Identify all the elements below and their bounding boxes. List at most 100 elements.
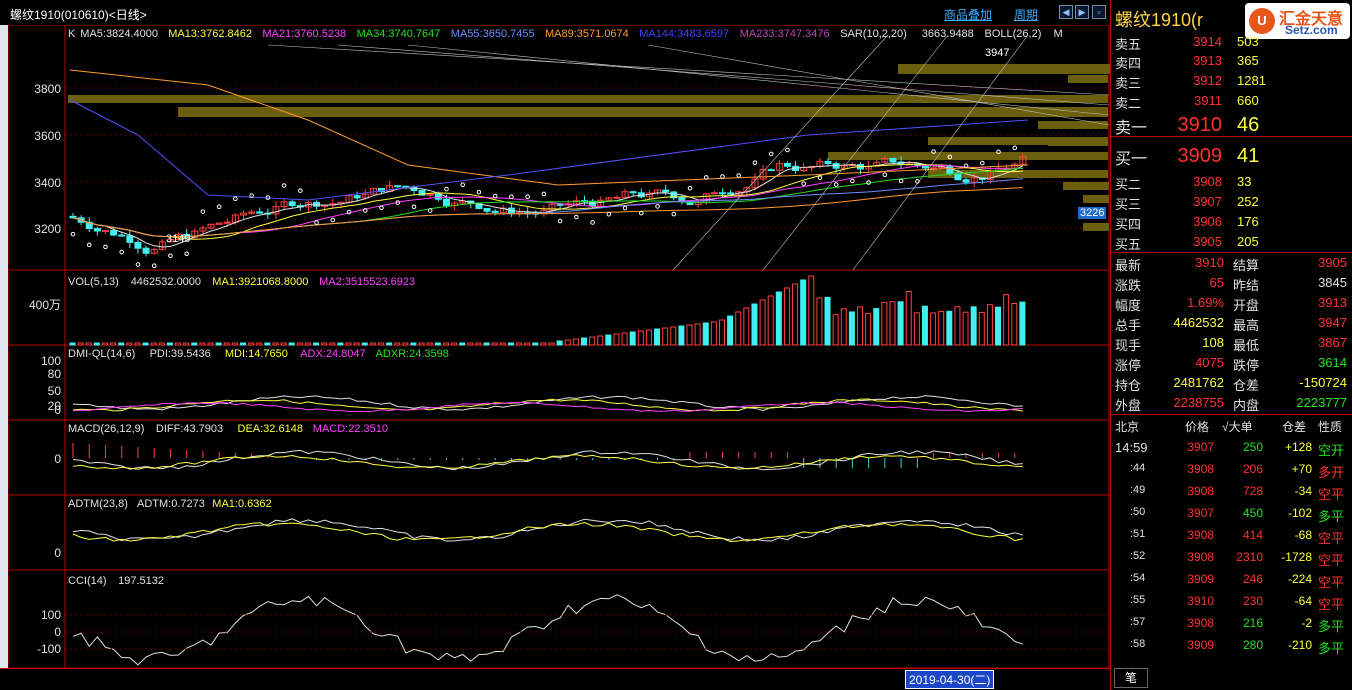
volume-bar <box>337 342 344 346</box>
tick-nature: 空平 <box>1318 597 1345 612</box>
volume-bar <box>865 313 872 346</box>
volume-bar <box>239 342 246 346</box>
ma-indicator-label: MA55:3650.7455 <box>450 28 535 40</box>
bid-price: 3908 <box>1193 174 1222 189</box>
dmi-indicator-label: PDI:39.5436 <box>149 348 211 360</box>
tick-volume: 728 <box>1242 484 1263 498</box>
restore-window-icon[interactable]: ▫ <box>1092 5 1106 19</box>
volume-bar <box>572 338 579 346</box>
volume-bar <box>118 342 125 346</box>
ma-indicator-label: MA89:3571.0674 <box>545 28 629 40</box>
tick-time: :54 <box>1130 572 1146 584</box>
volume-bar <box>995 306 1002 346</box>
volume-bar <box>386 342 393 346</box>
volume-bar <box>654 328 661 346</box>
volume-bar <box>507 342 514 346</box>
volume-bar <box>775 291 782 346</box>
logo-circle-icon: U <box>1249 8 1275 34</box>
prev-arrow-icon[interactable]: ◀ <box>1059 5 1073 19</box>
next-arrow-icon[interactable]: ▶ <box>1075 5 1089 19</box>
volume-indicator-label: MA1:3921068.8000 <box>212 276 309 288</box>
volume-bar <box>605 334 612 346</box>
candle-body <box>889 157 897 163</box>
tick-time: :51 <box>1130 528 1146 540</box>
tick-volume: 206 <box>1242 462 1263 476</box>
volume-bar <box>881 302 888 346</box>
sar-dot <box>720 174 725 179</box>
bid-volume: 252 <box>1237 194 1259 209</box>
tick-price: 3907 <box>1187 440 1214 454</box>
volume-bar <box>816 297 823 346</box>
low-price-label: 3149 <box>166 233 191 245</box>
stat-label: 最高 <box>1233 318 1260 333</box>
volume-bar <box>751 303 758 346</box>
candle-body <box>483 207 491 212</box>
volume-bar <box>629 331 636 346</box>
tab-trades[interactable]: 笔 <box>1114 668 1148 688</box>
tick-time: :55 <box>1130 594 1146 606</box>
stat-label: 结算 <box>1233 258 1260 273</box>
adtm-ma-line <box>72 521 1023 543</box>
sar-dot <box>736 173 742 178</box>
candle-body <box>727 192 735 195</box>
candle-body <box>710 192 718 195</box>
stat-value: 3614 <box>1318 355 1347 370</box>
tick-oi-change: -34 <box>1294 484 1312 498</box>
tick-oi-change: -102 <box>1287 506 1312 520</box>
volume-bar <box>296 342 303 346</box>
sar-dot <box>639 210 644 216</box>
tick-volume: 246 <box>1242 572 1263 586</box>
tick-header-time: 北京 <box>1115 420 1140 434</box>
volume-bar <box>183 342 190 346</box>
candle-body <box>442 198 450 206</box>
candle-body <box>962 179 970 183</box>
ma-indicator-label: 3663.9488 <box>921 28 974 40</box>
volume-bar <box>166 342 173 346</box>
sar-dot <box>752 160 758 165</box>
volume-bar <box>304 342 311 346</box>
sar-dot <box>541 191 547 197</box>
volume-bar <box>954 306 961 346</box>
candle-body <box>556 203 564 206</box>
panel-title: 螺纹1910(r <box>1115 10 1204 30</box>
volume-profile-band <box>1068 75 1108 83</box>
stat-value: 4075 <box>1195 355 1224 370</box>
volume-bar <box>524 342 531 346</box>
sar-dot <box>574 214 579 220</box>
tick-oi-change: +128 <box>1284 440 1312 454</box>
volume-bar <box>613 333 620 346</box>
moving-average-line <box>72 164 1023 238</box>
stat-value: 3947 <box>1318 315 1347 330</box>
sar-dot <box>833 182 839 187</box>
tick-volume: 280 <box>1242 638 1263 652</box>
volume-bar <box>378 342 385 346</box>
volume-bar <box>962 311 969 346</box>
volume-bar <box>442 342 449 346</box>
volume-bar <box>207 342 214 346</box>
period-menu-link[interactable]: 周期 <box>1014 6 1038 23</box>
sar-dot <box>915 179 920 184</box>
volume-bar <box>946 310 953 346</box>
candle-body <box>142 247 150 254</box>
volume-bar <box>101 342 108 346</box>
sar-dot <box>850 178 855 184</box>
volume-bar <box>491 342 498 346</box>
tick-oi-change: -2 <box>1301 616 1312 630</box>
sar-dot <box>460 182 465 188</box>
sar-dot <box>606 211 612 217</box>
sar-dot <box>281 183 287 188</box>
sar-dot <box>330 217 336 223</box>
stat-label: 最新 <box>1115 258 1142 273</box>
chart-title: 螺纹1910(010610)<日线> <box>10 8 147 22</box>
ask-price: 3914 <box>1193 34 1222 49</box>
cci-axis-label: 0 <box>54 625 61 639</box>
dmi-axis-label: 100 <box>40 354 61 368</box>
volume-bar <box>735 311 742 346</box>
overlay-menu-link[interactable]: 商品叠加 <box>944 6 992 23</box>
volume-profile-band <box>898 64 1110 74</box>
bid-volume: 33 <box>1237 174 1252 189</box>
sar-dot <box>525 194 530 200</box>
volume-indicator-label: 4462532.0000 <box>130 276 202 288</box>
volume-bar <box>110 342 117 346</box>
candle-body <box>256 211 264 214</box>
